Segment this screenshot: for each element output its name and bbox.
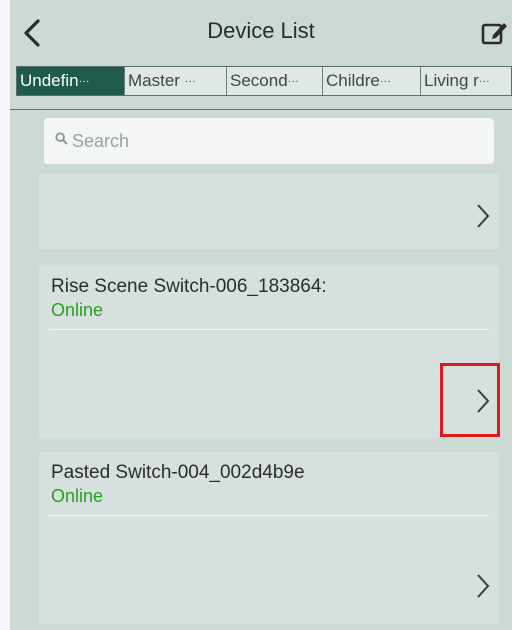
tab-second[interactable]: Second··· — [227, 67, 323, 95]
device-card[interactable]: Rise Scene Switch-006_183864: Online — [39, 266, 499, 438]
tab-living-room[interactable]: Living r··· — [421, 67, 511, 95]
device-card[interactable]: Pasted Switch-004_002d4b9e Online — [39, 452, 499, 624]
tab-label: Undefin — [20, 71, 79, 90]
device-name: Pasted Switch-004_002d4b9e — [51, 462, 305, 483]
device-detail-button[interactable] — [471, 569, 495, 603]
tab-label: Childre — [326, 71, 380, 90]
search-icon — [55, 132, 68, 145]
search-input[interactable]: Search — [44, 118, 494, 164]
tab-label: Living r — [424, 71, 479, 90]
device-name: Rise Scene Switch-006_183864: — [51, 276, 327, 297]
chevron-right-icon — [477, 204, 490, 228]
device-detail-button[interactable] — [471, 199, 495, 233]
highlight-box — [440, 363, 500, 437]
tab-divider — [10, 109, 512, 110]
device-status: Online — [51, 300, 104, 320]
header: Device List — [10, 0, 512, 62]
edit-icon — [481, 23, 507, 45]
device-status: Online — [51, 486, 104, 506]
page-title: Device List — [207, 18, 315, 43]
app-screen: Device List Undefin··· Master ··· Second… — [10, 0, 512, 630]
device-card[interactable] — [39, 173, 499, 249]
tab-label: Second — [230, 71, 288, 90]
card-divider — [49, 329, 489, 330]
tab-children[interactable]: Childre··· — [323, 67, 421, 95]
tab-label: Master — [128, 71, 185, 90]
chevron-right-icon — [477, 574, 490, 598]
tab-undefined[interactable]: Undefin··· — [17, 67, 125, 95]
card-divider — [49, 515, 489, 516]
tab-master[interactable]: Master ··· — [125, 67, 227, 95]
search-placeholder: Search — [72, 131, 130, 151]
category-tabs: Undefin··· Master ··· Second··· Childre·… — [16, 66, 512, 96]
edit-button[interactable] — [476, 13, 512, 53]
